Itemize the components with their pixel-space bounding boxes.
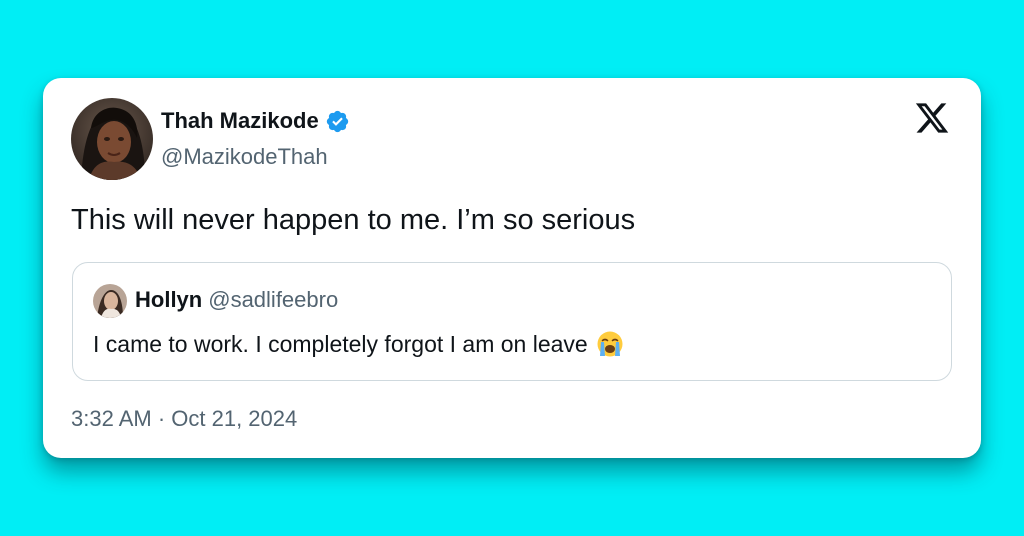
tweet-card: Thah Mazikode @MazikodeThah This will ne…	[43, 78, 981, 458]
avatar-photo-icon	[71, 98, 153, 180]
tweet-text: This will never happen to me. I’m so ser…	[71, 204, 636, 236]
author-avatar[interactable]	[71, 98, 153, 180]
quoted-author-header: Hollyn @sadlifeebro	[135, 287, 338, 313]
quoted-author-avatar[interactable]	[93, 284, 127, 318]
verified-badge-icon	[326, 110, 348, 132]
tweet-timestamp[interactable]: 3:32 AM · Oct 21, 2024	[71, 406, 297, 432]
author-name-label: Thah Mazikode	[161, 108, 319, 133]
author-name[interactable]: Thah Mazikode	[161, 108, 350, 134]
quoted-author-name[interactable]: Hollyn	[135, 287, 202, 312]
quoted-text-label: I came to work. I completely forgot I am…	[93, 330, 588, 357]
x-logo-icon[interactable]	[913, 100, 951, 136]
quoted-tweet-text: I came to work. I completely forgot I am…	[93, 330, 624, 358]
quoted-tweet[interactable]: Hollyn @sadlifeebro I came to work. I com…	[72, 262, 952, 381]
author-handle[interactable]: @MazikodeThah	[161, 144, 328, 170]
loudly-crying-face-icon	[597, 331, 623, 357]
quoted-avatar-photo-icon	[93, 284, 127, 318]
quoted-author-handle[interactable]: @sadlifeebro	[208, 287, 338, 312]
